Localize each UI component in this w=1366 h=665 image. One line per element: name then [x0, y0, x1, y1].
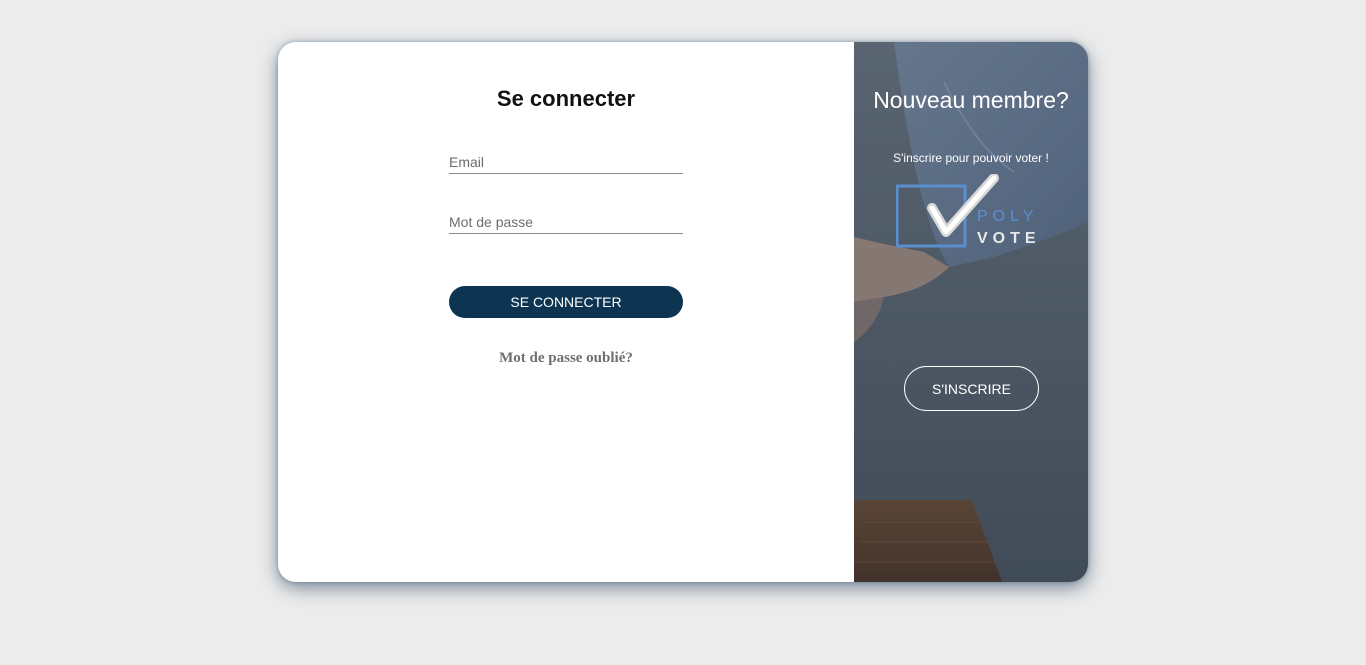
forgot-password-link[interactable]: Mot de passe oublié? — [278, 350, 854, 367]
signup-subtitle: S'inscrire pour pouvoir voter ! — [893, 151, 1049, 165]
photo-overlay — [854, 42, 1088, 582]
svg-text:VOTE: VOTE — [977, 230, 1041, 247]
password-field[interactable] — [449, 211, 683, 234]
email-field[interactable] — [449, 151, 683, 174]
auth-card: Se connecter SE CONNECTER Mot de passe o… — [278, 42, 1088, 582]
signup-button[interactable]: S'INSCRIRE — [904, 366, 1039, 411]
signup-title: Nouveau membre? — [873, 87, 1069, 113]
login-panel: Se connecter SE CONNECTER Mot de passe o… — [278, 42, 854, 582]
login-title: Se connecter — [496, 86, 636, 111]
signup-panel: Nouveau membre? S'inscrire pour pouvoir … — [854, 42, 1088, 582]
polyvote-logo: POLY VOTE — [896, 174, 1041, 248]
login-button[interactable]: SE CONNECTER — [449, 286, 683, 318]
svg-text:POLY: POLY — [977, 208, 1039, 225]
